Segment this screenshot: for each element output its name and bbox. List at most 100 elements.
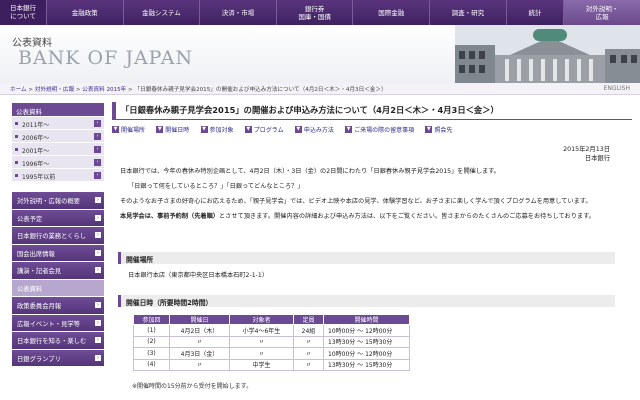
breadcrumb-releases-2015[interactable]: 公表資料 2015年 [82, 87, 126, 93]
anchor-label: 開催場所 [121, 127, 146, 134]
anchor-label: 開催日時 [165, 127, 190, 134]
arrow-down-icon: ▼ [156, 126, 164, 133]
anchor-label: 照会先 [434, 127, 453, 134]
sidebar-item-label: 政策委員会月報 [17, 303, 62, 310]
sidebar-archive-item[interactable]: 2001年～ › [12, 143, 104, 156]
table-header-row: 参加回 開催日 対象者 定員 開催時間 [133, 314, 410, 325]
breadcrumb: ホーム > 対外説明・広報 > 公表資料 2015年 > 「日銀春休み親子見学会… [10, 87, 387, 93]
sidebar-archive-item[interactable]: 2006年～ › [12, 130, 104, 143]
bullet-icon [15, 174, 18, 177]
nav-item-label: 決済・市場 [221, 8, 255, 17]
nav-item-international[interactable]: 国際金融 [352, 0, 430, 25]
anchor-application[interactable]: ▼ 申込み方法 [294, 125, 334, 134]
bank-building-image [455, 25, 640, 83]
sidebar-item-learn[interactable]: 日本銀行を知る・楽しむ › [12, 332, 104, 350]
nav-item-label: 銀行券 [304, 4, 325, 13]
intro-paragraph: 日本銀行では、今年の春休み特別企画として、4月2日（木）・3日（金）の2日間にわ… [120, 168, 500, 175]
release-date: 2015年2月13日 [563, 146, 610, 153]
nav-item-research[interactable]: 調査・研究 [429, 0, 506, 25]
bullet-icon [15, 122, 18, 125]
sidebar-archive-item[interactable]: 1995年以前 › [12, 169, 104, 182]
breadcrumb-public-relations[interactable]: 対外説明・広報 [35, 87, 74, 93]
nav-item-label: 統計 [528, 8, 542, 17]
nav-about-line2: について [10, 12, 36, 20]
bullet-icon [15, 161, 18, 164]
schedule-table: 参加回 開催日 対象者 定員 開催時間 (1) 4月2日（木） 小学4～6年生 … [133, 314, 410, 371]
header-banner: 公表資料 BANK OF JAPAN [0, 25, 640, 83]
chevron-right-icon: › [95, 354, 101, 361]
english-link[interactable]: ENGLISH [604, 85, 630, 92]
table-row: (2) 〃 〃 〃 13時30分 ～ 15時30分 [133, 335, 410, 348]
anchor-label: 参加対象 [209, 127, 234, 134]
nav-item-label: 金融政策 [71, 8, 98, 17]
arrow-down-icon: ▼ [200, 126, 208, 133]
arrow-down-icon: ▼ [294, 126, 302, 133]
sidebar-archive-item[interactable]: 2011年～ › [12, 117, 104, 130]
nav-item-financial-system[interactable]: 金融システム [122, 0, 200, 25]
page-title: 「日銀春休み親子見学会2015」の開催および申込み方法について（4月2日＜木＞・… [112, 102, 632, 120]
chevron-right-icon: › [95, 214, 101, 221]
sidebar-item-diet[interactable]: 国会出席情報 › [12, 244, 104, 262]
nav-item-payment-markets[interactable]: 決済・市場 [199, 0, 276, 25]
intro-paragraph: そのようなお子さまの好奇心にお応えるため、「親子見学会」では、ビデオ上映や本店の… [120, 198, 592, 205]
release-issuer: 日本銀行 [584, 155, 610, 162]
sidebar-item-label: 公表資料 [17, 285, 43, 293]
breadcrumb-home[interactable]: ホーム [10, 87, 27, 93]
sidebar-item-releases[interactable]: 公表資料 [12, 279, 104, 297]
nav-item-public-relations[interactable]: 対外説明・ 広報 [563, 0, 640, 25]
bullet-icon [15, 148, 18, 151]
nav-item-label-2: 国庫・国債 [298, 12, 331, 21]
cell-date: 4月2日（木） [169, 324, 230, 337]
anchor-eligibility[interactable]: ▼ 参加対象 [200, 125, 234, 134]
sidebar-item-label: 対外説明・広報の概要 [17, 198, 80, 205]
anchor-program[interactable]: ▼ プログラム [244, 125, 284, 134]
sidebar-archive-label: 2001年～ [22, 148, 50, 155]
col-capacity: 定員 [293, 314, 324, 325]
cell-time: 13時30分 ～ 15時30分 [323, 358, 410, 371]
chevron-right-icon: › [95, 249, 101, 256]
sidebar-item-label: 日本銀行の業務とくらし [17, 233, 87, 240]
nav-about-line1: 日本銀行 [10, 4, 36, 12]
nav-item-label: 調査・研究 [451, 8, 485, 17]
nav-item-monetary-policy[interactable]: 金融政策 [46, 0, 123, 25]
col-time: 開催時間 [323, 314, 410, 325]
sidebar-item-operations[interactable]: 日本銀行の業務とくらし › [12, 227, 104, 245]
col-session: 参加回 [133, 314, 170, 325]
sidebar-archive-header-label: 公表資料 [16, 108, 42, 116]
anchor-contact[interactable]: ▼ 照会先 [425, 125, 452, 134]
anchor-notes[interactable]: ▼ ご来場の際の留意事項 [345, 125, 414, 134]
sidebar-item-events[interactable]: 広報イベント・見学等 › [12, 314, 104, 332]
reservation-emphasis: 本見学会は、事前予約制（先着順） [120, 213, 219, 220]
sidebar-item-grandprix[interactable]: 日銀グランプリ › [12, 349, 104, 367]
sidebar-archive-label: 1996年～ [22, 161, 50, 168]
cell-time: 10時00分 ～ 12時00分 [323, 347, 410, 360]
sidebar-item-label: 講演・記者会見 [17, 268, 62, 275]
sidebar-archive-item[interactable]: 1996年～ › [12, 156, 104, 169]
sidebar-item-speeches[interactable]: 講演・記者会見 › [12, 262, 104, 280]
cell-time: 10時00分 ～ 12時00分 [323, 324, 410, 337]
nav-item-banknotes-treasury[interactable]: 銀行券 国庫・国債 [275, 0, 353, 25]
anchor-links: ▼ 開催場所 ▼ 開催日時 ▼ 参加対象 ▼ プログラム ▼ 申込み方法 ▼ ご来場の際の留… [112, 125, 632, 136]
cell-date: 〃 [169, 335, 230, 348]
cell-audience: 〃 [229, 335, 294, 348]
sidebar-item-pr-overview[interactable]: 対外説明・広報の概要 › [12, 192, 104, 210]
nav-item-label: 金融システム [142, 8, 181, 17]
intro-question: 「日銀って何をしているところ？」「日銀ってどんなところ？」 [128, 183, 304, 190]
reservation-rest: とさせて頂きます。開催内容の詳細および申込み方法は、以下をご覧ください。皆さまか… [219, 213, 595, 220]
anchor-venue[interactable]: ▼ 開催場所 [112, 125, 145, 134]
chevron-right-icon: › [95, 319, 101, 326]
intro-reservation-note: 本見学会は、事前予約制（先着順）とさせて頂きます。開催内容の詳細および申込み方法… [120, 212, 610, 221]
chevron-right-icon: › [94, 133, 101, 140]
sidebar-item-label: 日本銀行を知る・楽しむ [17, 338, 87, 345]
cell-capacity: 〃 [293, 347, 324, 360]
sidebar-item-policy-board[interactable]: 政策委員会月報 › [12, 297, 104, 315]
nav-item-label-2: 広報 [595, 12, 609, 21]
sidebar-archive-label: 1995年以前 [22, 174, 56, 181]
nav-item-statistics[interactable]: 統計 [505, 0, 564, 25]
anchor-datetime[interactable]: ▼ 開催日時 [156, 125, 189, 134]
nav-item-label: 対外説明・ [585, 4, 619, 13]
sidebar-archive-label: 2006年～ [22, 135, 50, 142]
sidebar-archive-header[interactable]: 公表資料 [12, 103, 104, 117]
sidebar-item-schedule[interactable]: 公表予定 › [12, 209, 104, 227]
nav-about-boj[interactable]: 日本銀行 について [0, 0, 46, 25]
